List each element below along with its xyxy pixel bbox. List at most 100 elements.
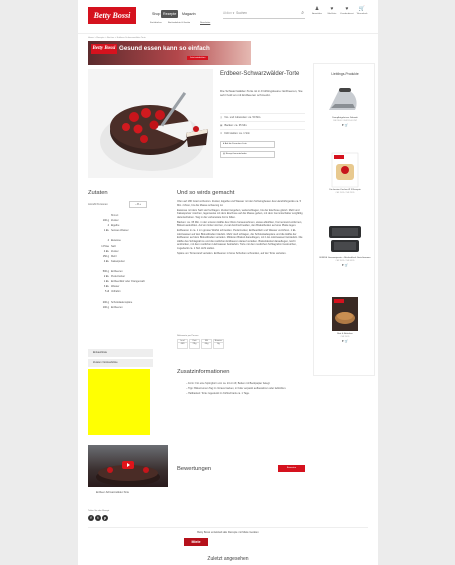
download-button[interactable]: ▤ Rezept herunterladen — [220, 151, 275, 158]
search-input[interactable]: Aktion ▾ Suchen ⌕ — [223, 8, 305, 19]
banner-logo: Betty Bossi — [91, 44, 117, 54]
divider — [88, 527, 368, 528]
ingredient-name: Schokoladenspäne — [111, 300, 133, 304]
iron-image — [329, 88, 357, 110]
nutrition-value: kcal 449 — [177, 339, 188, 349]
miele-logo[interactable]: Miele — [184, 538, 208, 546]
portion-stepper[interactable]: – 8 + — [129, 201, 147, 208]
nutrition-value: Eiweiss 8g — [213, 339, 224, 349]
miele-note: Betty Bossi entwickelt alle Rezepte mit … — [197, 531, 259, 534]
heart-icon[interactable]: ♥ Merkliste — [325, 6, 339, 15]
cake-illustration — [88, 69, 213, 178]
rate-button[interactable]: Bewerten — [278, 465, 305, 472]
subnav-kochbuecher[interactable]: Kochbücher — [150, 22, 162, 24]
ad-placeholder[interactable] — [88, 369, 150, 435]
ratings-title: Bewertungen — [177, 466, 212, 472]
ingredient-name — [109, 265, 111, 268]
banner-button[interactable]: Jetzt entdecken — [187, 56, 209, 60]
ingredient-name: Biskuit — [111, 214, 119, 217]
product-card[interactable]: Dampfbügeleisen Dolomiti CHF 98.00 / CHF… — [317, 82, 373, 127]
info-item: – Form: Für eine Springform von ca. 24 c… — [186, 382, 270, 385]
ingredient-name: Vollrahm — [111, 290, 121, 294]
meta-prep: ◷ Vor- und zubereiten: ca. 50 Min. — [220, 113, 305, 119]
step-paragraph: Eiweisse mit dem Salz steif schlagen. Zu… — [177, 208, 303, 219]
ingredient-name: heisses Wasser — [111, 229, 129, 233]
nav-magazin[interactable]: Magazin — [180, 10, 198, 18]
additional-info-list: – Form: Für eine Springform von ca. 24 c… — [186, 382, 296, 397]
cart-icon[interactable]: 🛒 — [344, 123, 348, 127]
search-placeholder: Suchen — [236, 11, 247, 15]
ingredient-amount: 5 dl — [104, 290, 109, 294]
step-paragraph: Erdbeeren in ca. 1 cm grosse Würfel schn… — [177, 229, 303, 250]
cart-icon[interactable]: 🛒 Warenkorb — [355, 6, 369, 15]
product-card[interactable]: Die besten Kuchen Ø 3 Rezepte CHF 19.95 … — [317, 152, 373, 195]
help-icon[interactable]: ♥ Kundendienst — [340, 6, 354, 15]
step-paragraph: Backen: ca. 35 Min. in der unteren Hälft… — [177, 220, 303, 228]
user-icon[interactable]: ♟ Anmelden — [310, 6, 324, 15]
subnav-newsletter[interactable]: Newsletter — [200, 22, 210, 24]
ingredient-name: Wasser — [111, 285, 120, 289]
ingredient-amount: 100 g — [102, 305, 109, 309]
baking-tray-image — [329, 226, 361, 252]
logo[interactable]: Betty Bossi — [88, 7, 136, 24]
oven-icon: ▣ — [220, 124, 223, 127]
nutrition-label: Nährwerte pro Person — [177, 335, 199, 337]
video-player[interactable] — [88, 445, 168, 487]
facebook-icon[interactable]: f — [88, 515, 94, 521]
favorite-products: Lieblings-Produkte Dampfbügeleisen Dolom… — [313, 63, 375, 376]
meta-bake: ▣ Backen: ca. 35 Min. — [220, 121, 305, 127]
nutrition-value: KH 40g — [201, 339, 212, 349]
info-item: – Haltbarkeit: Torte zugedeckt im Kühlsc… — [186, 391, 250, 395]
ingredient-name — [109, 234, 111, 237]
meta-cool: ❄ Kühl stellen: ca. 1 Std. — [220, 129, 305, 135]
clock-icon: ◷ — [220, 116, 223, 119]
book-image — [331, 152, 359, 188]
portion-label: Anzahl Personen — [88, 203, 108, 206]
ingredient-name: Erdbeeren — [111, 270, 123, 274]
nutrition-value: Fett 29g — [189, 339, 200, 349]
add-to-shopping-list-link[interactable]: Zutaten / Einkaufsliste — [88, 359, 153, 367]
ingredient-name: Erdbeerlikör oder Orangensaft — [111, 280, 145, 284]
page: Betty Bossi Shop Rezepte Magazin Aktion … — [78, 0, 378, 565]
step-paragraph: Ofen auf 180 Grad vorheizen. Zucker, Eig… — [177, 200, 302, 207]
ingredient-name: Zucker — [111, 219, 119, 223]
favorite-button[interactable]: ♥ Auf die Favoriten-Liste — [220, 141, 275, 148]
ingredient-name: Zucker — [111, 249, 119, 253]
ingredients-title: Zutaten — [88, 190, 108, 196]
recipe-intro: Die Schwarzwälder-Torte ist in Frühlings… — [220, 89, 303, 97]
ingredient-name: Kakaopulver — [111, 259, 125, 263]
search-menu-label: Aktion — [223, 11, 232, 15]
banner-text: Gesund essen kann so einfach — [119, 45, 210, 52]
recently-viewed-title: Zuletzt angesehen — [207, 556, 249, 562]
ingredient-name: Mehl — [111, 254, 117, 258]
sidebar-title: Lieblings-Produkte — [331, 72, 359, 76]
cart-icon[interactable]: 🛒 — [344, 339, 348, 343]
recipe-title: Erdbeer-Schwarzwälder-Torte — [220, 71, 300, 77]
product-card[interactable]: BORDE Gourmetpasta + Bäckerblech Gericht… — [317, 222, 373, 267]
steps-title: Und so wirds gemacht — [177, 190, 235, 196]
ingredient-name: Eigelbe — [111, 224, 120, 228]
subnav-backzubehoer[interactable]: Backzubehör & Geräte — [168, 22, 190, 24]
info-item: – Tipp: Biskuit einen Tag im Voraus back… — [186, 386, 287, 390]
fridge-icon: ❄ — [220, 132, 223, 135]
nav-rezepte[interactable]: Rezepte — [161, 10, 179, 18]
product-card[interactable]: Brot & Brötchen CHF 24.95 ♥ 🛒 — [317, 296, 373, 343]
preparation-steps: Ofen auf 180 Grad vorheizen. Zucker, Eig… — [177, 200, 305, 257]
site-header: Betty Bossi Shop Rezepte Magazin Aktion … — [78, 0, 378, 34]
ingredient-row: 100 g Erdbeeren — [88, 305, 153, 310]
pinterest-icon[interactable]: p — [102, 515, 108, 521]
cart-icon[interactable]: 🛒 — [344, 263, 348, 267]
ingredient-name: Salz — [111, 244, 116, 248]
book-image — [332, 297, 358, 331]
ingredient-list: Biskuit 100 g Zucker 4 Eigelbe 1 EL heisses Wa… — [88, 213, 153, 310]
shopping-list-link[interactable]: Einkaufsliste — [88, 349, 153, 357]
share-label: Teilen Sie das Rezept — [88, 510, 110, 512]
step-paragraph: Späne um Tortenrand verteilen. Erdbeeren… — [177, 251, 287, 255]
search-icon[interactable]: ⌕ — [301, 8, 304, 19]
breadcrumb[interactable]: Home > Rezepte > Backen > Erdbeer-Schwar… — [88, 37, 146, 39]
twitter-icon[interactable]: t — [95, 515, 101, 521]
recipe-image — [88, 69, 213, 178]
promo-banner[interactable]: Betty Bossi Gesund essen kann so einfach… — [88, 41, 251, 65]
play-icon[interactable] — [122, 461, 134, 469]
additional-info-title: Zusatzinformationen — [177, 369, 230, 375]
